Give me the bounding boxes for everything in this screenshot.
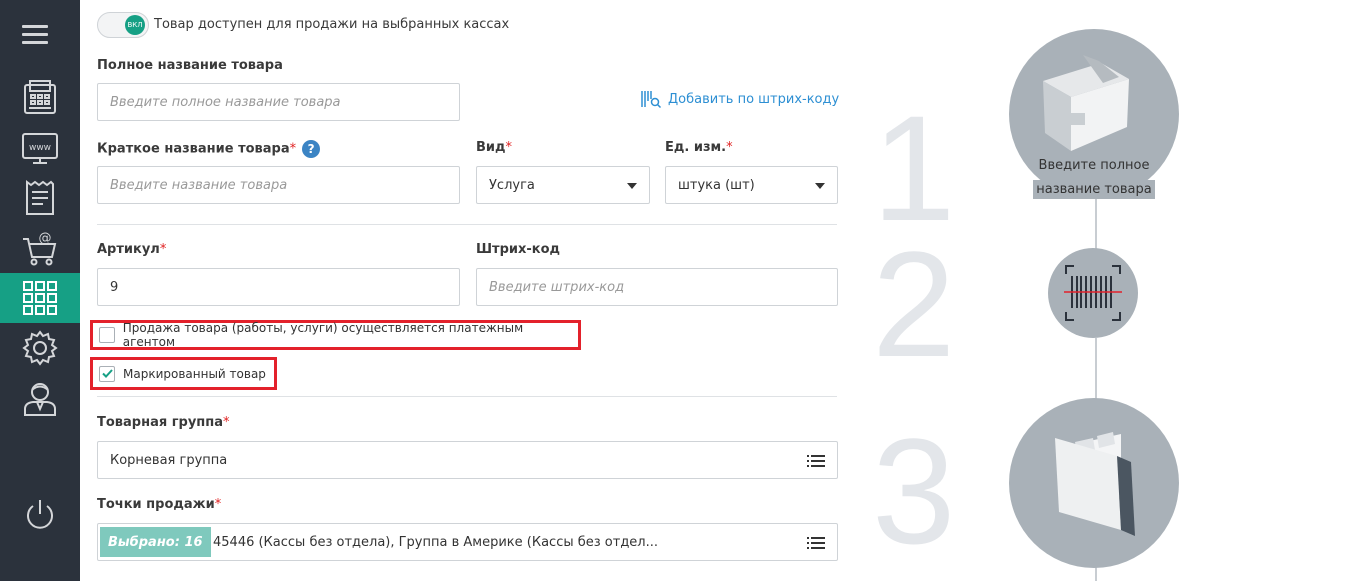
add-by-barcode-link[interactable]: Добавить по штрих-коду xyxy=(640,89,839,109)
unit-label: Ед. изм.* xyxy=(665,140,733,155)
short-name-input[interactable]: Введите название товара xyxy=(97,166,460,204)
required-mark: * xyxy=(726,140,733,155)
product-form: ВКЛ Товар доступен для продажи на выбран… xyxy=(80,0,860,581)
unit-select-value: штука (шт) xyxy=(678,177,755,193)
sale-points-label-text: Точки продажи xyxy=(97,497,215,512)
full-name-label: Полное название товара xyxy=(97,58,283,73)
sidebar-item-receipts[interactable] xyxy=(0,173,80,223)
sidebar-item-cash-register[interactable] xyxy=(0,73,80,123)
sidebar-item-users[interactable] xyxy=(0,373,80,423)
sale-points-input[interactable]: Выбрано: 16 45446 (Кассы без отдела), Гр… xyxy=(97,523,838,561)
list-icon[interactable] xyxy=(807,455,825,467)
kind-select-value: Услуга xyxy=(489,177,535,193)
help-icon[interactable]: ? xyxy=(302,140,321,158)
user-icon xyxy=(24,383,56,416)
article-input[interactable]: 9 xyxy=(97,268,460,306)
receipt-icon xyxy=(26,180,54,215)
kind-label: Вид* xyxy=(476,140,512,155)
sidebar-item-settings[interactable] xyxy=(0,323,80,373)
sidebar-item-products[interactable] xyxy=(0,273,80,323)
sidebar-item-eshop[interactable]: @ xyxy=(0,223,80,273)
required-mark: * xyxy=(214,497,222,512)
full-name-input[interactable]: Введите полное название товара xyxy=(97,83,460,121)
article-label-text: Артикул xyxy=(97,242,160,257)
add-by-barcode-text: Добавить по штрих-коду xyxy=(668,91,840,107)
divider xyxy=(97,396,837,397)
article-label: Артикул* xyxy=(97,242,166,257)
sidebar-item-logout[interactable] xyxy=(0,490,80,540)
divider xyxy=(97,224,837,225)
sale-points-label: Точки продажи* xyxy=(97,497,221,512)
sidebar-item-www[interactable]: www xyxy=(0,123,80,173)
grid-icon xyxy=(23,281,57,315)
shopping-cart-at-icon: @ xyxy=(23,231,57,266)
svg-text:www: www xyxy=(29,143,51,153)
step2-circle xyxy=(1048,248,1138,338)
required-mark: * xyxy=(289,141,297,157)
short-name-label: Краткое название товара*? xyxy=(97,140,321,158)
product-group-label: Товарная группа* xyxy=(97,415,230,430)
required-mark: * xyxy=(505,140,513,155)
marked-product-checkbox-row[interactable]: Маркированный товар xyxy=(90,357,277,390)
unit-select[interactable]: штука (шт) xyxy=(665,166,838,204)
step-connector xyxy=(1095,195,1097,250)
svg-text:@: @ xyxy=(39,231,52,246)
short-name-label-text: Краткое название товара xyxy=(97,141,290,157)
marked-product-checkbox-label: Маркированный товар xyxy=(123,366,266,381)
product-group-input[interactable]: Корневая группа xyxy=(97,441,838,479)
gear-icon xyxy=(22,330,58,366)
cash-register-icon xyxy=(24,80,56,114)
barcode-input[interactable]: Введите штрих-код xyxy=(476,268,838,306)
product-group-value: Корневая группа xyxy=(110,452,228,468)
sale-availability-toggle[interactable]: ВКЛ xyxy=(97,12,149,38)
required-mark: * xyxy=(159,242,167,257)
chevron-down-icon xyxy=(627,183,637,189)
required-mark: * xyxy=(223,415,230,430)
chevron-down-icon xyxy=(815,183,825,189)
selected-count-badge: Выбрано: 16 xyxy=(100,527,211,557)
checkmark-icon xyxy=(101,369,113,378)
step1-caption: Введите полное название товара xyxy=(1033,154,1155,202)
marked-product-checkbox[interactable] xyxy=(99,365,115,382)
step-number-3: 3 xyxy=(872,407,956,575)
folder-icon xyxy=(1055,432,1135,536)
steps-illustration: 1 2 3 Введите полное название товара xyxy=(860,0,1354,581)
step1-caption-line2: название товара xyxy=(1033,180,1155,199)
kind-select[interactable]: Услуга xyxy=(476,166,650,204)
step1-caption-line1: Введите полное xyxy=(1035,156,1153,175)
sidebar: www @ xyxy=(0,0,80,581)
power-icon xyxy=(27,500,53,529)
payment-agent-checkbox[interactable] xyxy=(99,327,115,343)
step-connector xyxy=(1095,338,1097,400)
step-number-2: 2 xyxy=(872,220,956,388)
www-icon: www xyxy=(22,133,58,164)
list-icon[interactable] xyxy=(807,537,825,549)
hamburger-menu-icon[interactable] xyxy=(22,25,48,45)
step3-circle xyxy=(1009,398,1179,568)
toggle-label: Товар доступен для продажи на выбранных … xyxy=(154,17,510,32)
unit-label-text: Ед. изм. xyxy=(665,140,727,155)
barcode-search-icon xyxy=(641,91,662,109)
toggle-knob: ВКЛ xyxy=(125,15,145,35)
payment-agent-checkbox-row[interactable]: Продажа товара (работы, услуги) осуществ… xyxy=(90,320,581,350)
kind-label-text: Вид xyxy=(476,140,506,155)
barcode-icon xyxy=(1064,265,1122,321)
sale-points-value: 45446 (Кассы без отдела), Группа в Амери… xyxy=(213,534,659,550)
product-group-label-text: Товарная группа xyxy=(97,415,224,430)
barcode-label: Штрих-код xyxy=(476,242,561,257)
payment-agent-checkbox-label: Продажа товара (работы, услуги) осуществ… xyxy=(122,321,524,349)
